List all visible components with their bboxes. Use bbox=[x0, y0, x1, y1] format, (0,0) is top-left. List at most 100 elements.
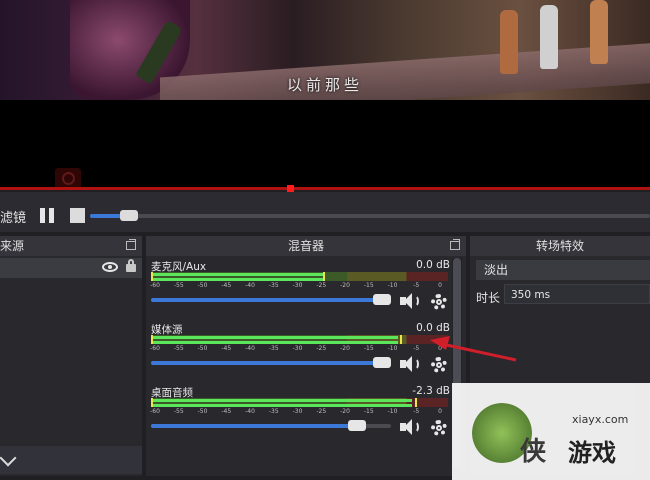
meter-tick-label: -55 bbox=[173, 282, 184, 289]
mixer-channel: 媒体源 0.0 dB -60 -55 -50 -45 -40 -35 -30 -25 -20 -1… bbox=[150, 322, 450, 382]
duration-label: 时长 bbox=[476, 291, 501, 305]
media-controls-bar: 滤镜 bbox=[0, 192, 650, 232]
visibility-eye-icon[interactable] bbox=[102, 262, 118, 272]
volume-meter bbox=[151, 398, 448, 407]
volume-slider-fill bbox=[151, 361, 391, 365]
meter-tick-label: -15 bbox=[363, 282, 374, 289]
meter-tick-label: -40 bbox=[245, 282, 255, 289]
undock-icon[interactable] bbox=[450, 239, 460, 250]
gear-icon[interactable] bbox=[431, 294, 447, 310]
meter-level-bar bbox=[151, 404, 413, 407]
mixer-dock-title: 混音器 bbox=[146, 236, 466, 256]
volume-meter bbox=[151, 272, 448, 281]
meter-tick-label: -10 bbox=[387, 345, 398, 352]
meter-tick-label: -40 bbox=[245, 408, 255, 415]
meter-tick-label: -60 bbox=[150, 408, 160, 415]
meter-tick-label: -30 bbox=[292, 282, 303, 289]
meter-tick-label: 0 bbox=[438, 282, 442, 289]
meter-tick-label: -60 bbox=[150, 345, 160, 352]
meter-tick-label: -60 bbox=[150, 282, 160, 289]
meter-ticks: -60 -55 -50 -45 -40 -35 -30 -25 -20 -15 -10 -5 0 bbox=[150, 345, 448, 353]
gear-icon[interactable] bbox=[431, 420, 447, 436]
meter-tick-label: -35 bbox=[268, 345, 279, 352]
scene-bottle bbox=[500, 10, 518, 74]
meter-tick-label: -20 bbox=[340, 282, 350, 289]
meter-tick-label: -20 bbox=[340, 345, 350, 352]
watermark-sub: 侠 bbox=[520, 437, 547, 467]
meter-tick-label: -20 bbox=[340, 408, 350, 415]
chevron-down-icon[interactable] bbox=[0, 449, 17, 467]
meter-level-bar bbox=[151, 278, 324, 281]
transition-select[interactable]: 淡出 bbox=[476, 260, 650, 280]
meter-start-marker bbox=[151, 335, 153, 344]
watermark-text: 游戏 bbox=[568, 439, 616, 467]
sources-toolbar bbox=[0, 446, 142, 474]
volume-slider[interactable] bbox=[151, 361, 391, 365]
pause-bar-icon bbox=[49, 208, 54, 223]
speaker-mute-icon[interactable] bbox=[400, 355, 422, 373]
media-progress-handle[interactable] bbox=[120, 210, 139, 221]
mixer-channel: 麦克风/Aux 0.0 dB -60 -55 -50 -45 -40 -35 -30 -25-… bbox=[150, 259, 450, 319]
scene-bottle bbox=[590, 0, 608, 64]
meter-tick-label: -5 bbox=[413, 408, 420, 415]
meter-tick-label: -25 bbox=[316, 408, 327, 415]
meter-tick-label: -45 bbox=[221, 282, 232, 289]
meter-tick-label: -30 bbox=[292, 345, 303, 352]
channel-db-readout: 0.0 dB bbox=[416, 259, 450, 271]
volume-slider[interactable] bbox=[151, 298, 391, 302]
meter-tick-label: -35 bbox=[268, 282, 279, 289]
speaker-mute-icon[interactable] bbox=[400, 292, 422, 310]
volume-slider-fill bbox=[151, 424, 358, 428]
meter-tick-label: -50 bbox=[197, 408, 208, 415]
meter-tick-label: -25 bbox=[316, 282, 327, 289]
undock-icon[interactable] bbox=[126, 239, 136, 250]
volume-slider-handle[interactable] bbox=[373, 357, 391, 368]
meter-level-bar bbox=[151, 341, 398, 344]
meter-tick-label: -25 bbox=[316, 345, 327, 352]
volume-slider-fill bbox=[151, 298, 391, 302]
meter-tick-label: 0 bbox=[438, 408, 442, 415]
seekbar-handle[interactable] bbox=[287, 185, 294, 192]
mixer-channel: 桌面音频 -2.3 dB -60 -55 -50 -45 -40 -35 -30 -25 -20… bbox=[150, 385, 450, 445]
duration-input[interactable]: 350 ms bbox=[504, 284, 650, 304]
meter-tick-label: -45 bbox=[221, 345, 232, 352]
volume-slider-handle[interactable] bbox=[373, 294, 391, 305]
annotation-arrow bbox=[430, 336, 517, 362]
pause-bar-icon bbox=[40, 208, 45, 223]
preview-area: 以前那些 bbox=[0, 0, 650, 190]
meter-start-marker bbox=[151, 398, 153, 407]
meter-tick-label: -5 bbox=[413, 345, 420, 352]
preview-seekbar[interactable] bbox=[0, 187, 650, 190]
meter-ticks: -60 -55 -50 -45 -40 -35 -30 -25 -20 -15 -10 -5 0 bbox=[150, 282, 448, 290]
meter-tick-label: -50 bbox=[197, 345, 208, 352]
meter-peak-marker bbox=[415, 398, 418, 407]
sources-dock: 来源 bbox=[0, 236, 142, 476]
transitions-dock-title: 转场特效 bbox=[470, 236, 650, 256]
meter-tick-label: -15 bbox=[363, 408, 374, 415]
volume-slider-handle[interactable] bbox=[348, 420, 367, 431]
filters-button-label[interactable]: 滤镜 bbox=[0, 207, 26, 226]
meter-tick-label: -55 bbox=[173, 408, 184, 415]
meter-tick-label: -30 bbox=[292, 408, 303, 415]
speaker-mute-icon[interactable] bbox=[400, 418, 422, 436]
watermark-site: xiayx.com bbox=[572, 413, 629, 426]
source-list-item[interactable] bbox=[0, 258, 142, 278]
meter-tick-label: -45 bbox=[221, 408, 232, 415]
meter-ticks: -60 -55 -50 -45 -40 -35 -30 -25 -20 -15 -10 -5 0 bbox=[150, 408, 448, 416]
meter-peak-marker bbox=[400, 335, 403, 344]
channel-db-readout: -2.3 dB bbox=[412, 385, 450, 397]
video-subtitle: 以前那些 bbox=[286, 76, 363, 94]
volume-meter bbox=[151, 335, 448, 344]
meter-tick-label: -35 bbox=[268, 408, 279, 415]
scene-bottle bbox=[540, 5, 558, 69]
stop-button[interactable] bbox=[70, 208, 85, 223]
meter-level-bar bbox=[151, 399, 413, 402]
meter-tick-label: -55 bbox=[173, 345, 184, 352]
meter-level-bar bbox=[151, 336, 398, 339]
meter-tick-label: -50 bbox=[197, 282, 208, 289]
unlock-icon[interactable] bbox=[126, 259, 136, 272]
pause-button[interactable] bbox=[40, 208, 56, 223]
meter-tick-label: -15 bbox=[363, 345, 374, 352]
meter-tick-label: -40 bbox=[245, 345, 255, 352]
media-progress-slider[interactable] bbox=[90, 214, 650, 218]
